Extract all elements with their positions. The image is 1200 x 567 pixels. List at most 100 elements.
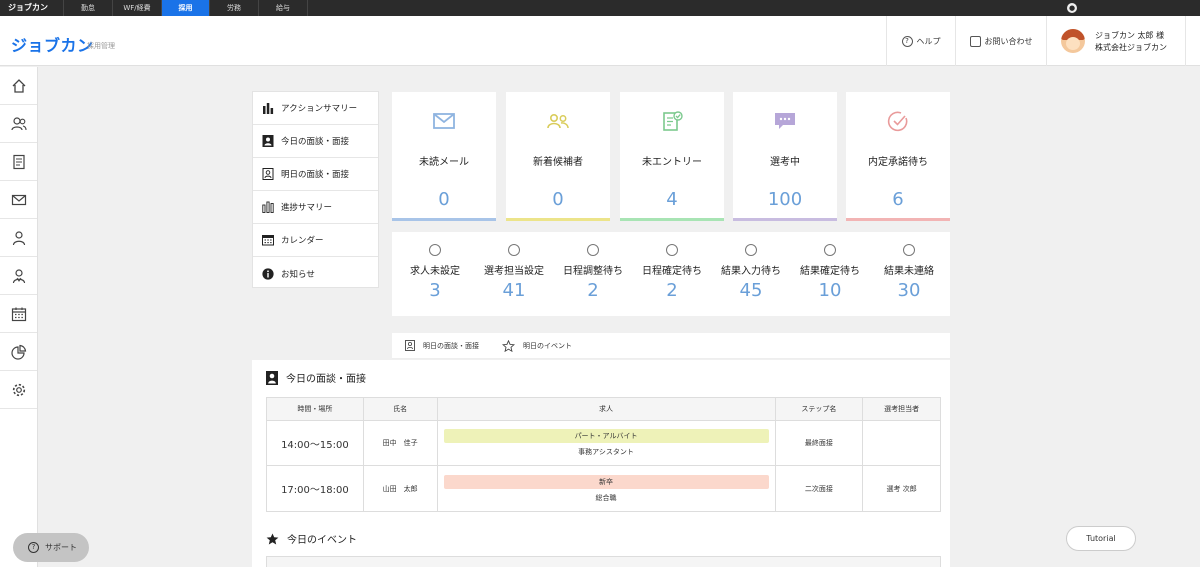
stat-schedule-confirming[interactable]: 日程確定待ち 2 (632, 244, 712, 301)
menu-notices[interactable]: お知らせ (253, 257, 378, 290)
section-title: 今日の面談・面接 (286, 374, 366, 385)
document-icon (12, 154, 25, 169)
today-events-heading: 今日のイベント (266, 531, 357, 546)
stat-result-confirm[interactable]: 結果確定待ち 10 (790, 244, 870, 301)
card-label: 未エントリー (642, 157, 702, 168)
pencil-circle-icon (745, 244, 757, 256)
support-label: サポート (45, 543, 77, 552)
product-tab-payroll[interactable]: 給与 (259, 0, 308, 16)
job-title[interactable]: 総合職 (438, 493, 775, 503)
product-brand[interactable]: ジョブカン (0, 0, 64, 16)
tutorial-button[interactable]: Tutorial (1066, 526, 1136, 551)
stat-value: 2 (587, 280, 599, 301)
stat-label: 結果未連絡 (884, 266, 934, 277)
card-no-entry[interactable]: 未エントリー 4 (620, 92, 724, 221)
tab-label: 明日の面談・面接 (423, 341, 479, 350)
person-icon (429, 244, 441, 256)
card-in-selection[interactable]: 選考中 100 (733, 92, 837, 221)
nav-mail[interactable] (0, 181, 37, 219)
nav-person[interactable] (0, 219, 37, 257)
nav-calendar[interactable] (0, 295, 37, 333)
menu-label: アクションサマリー (281, 104, 358, 114)
summary-menu: アクションサマリー 今日の面談・面接 明日の面談・面接 進捗サマリー カレンダー… (252, 91, 379, 288)
candidate-name[interactable]: 山田 太郎 (362, 465, 438, 512)
selection-staff (862, 420, 941, 466)
product-switcher-bar: ジョブカン 勤怠 WF/経費 採用 労務 給与 ● (0, 0, 1200, 16)
menu-label: お知らせ (281, 269, 315, 280)
card-accent-bar (506, 218, 610, 221)
stat-result-input[interactable]: 結果入力待ち 45 (711, 244, 791, 301)
stat-label: 日程確定待ち (642, 266, 702, 277)
person-card-dark-icon (266, 370, 278, 385)
mail-icon (11, 194, 26, 205)
person-icon (12, 230, 25, 245)
status-counts-panel: 求人未設定 3 選考担当設定 41 日程調整待ち 2 日程確定待ち 2 結果入力… (392, 232, 950, 316)
job-cell: 新卒 総合職 (436, 465, 776, 512)
star-icon (266, 533, 279, 544)
menu-action-summary[interactable]: アクションサマリー (253, 92, 378, 125)
nav-settings[interactable] (0, 371, 37, 409)
stat-value: 2 (666, 280, 678, 301)
card-new-candidates[interactable]: 新着候補者 0 (506, 92, 610, 221)
step-name: 最終面接 (774, 420, 864, 466)
selection-staff: 選考 次郎 (862, 465, 941, 512)
card-value: 0 (438, 189, 450, 210)
question-icon: ? (28, 542, 39, 553)
user-menu[interactable]: ジョブカン 太郎 様 株式会社ジョブカン (1046, 16, 1186, 66)
job-title[interactable]: 事務アシスタント (438, 447, 775, 457)
table-row[interactable]: 17:00〜18:00 山田 太郎 新卒 総合職 二次面接 選考 次郎 (266, 465, 941, 512)
account-icon[interactable]: ● (1067, 3, 1077, 13)
user-info: ジョブカン 太郎 様 株式会社ジョブカン (1095, 30, 1167, 54)
menu-label: カレンダー (281, 236, 324, 246)
column-header: 時間・場所 (266, 397, 364, 421)
mail-icon (433, 113, 455, 129)
help-button[interactable]: ? ヘルプ (886, 16, 955, 66)
menu-today-interviews[interactable]: 今日の面談・面接 (253, 125, 378, 158)
stat-schedule-adjusting[interactable]: 日程調整待ち 2 (553, 244, 633, 301)
tab-tomorrow-events[interactable]: 明日のイベント (502, 339, 572, 352)
menu-tomorrow-interviews[interactable]: 明日の面談・面接 (253, 158, 378, 191)
support-button[interactable]: ? サポート (13, 533, 89, 562)
interview-time: 17:00〜18:00 (266, 465, 364, 512)
stat-value: 3 (429, 280, 441, 301)
table-row[interactable]: 14:00〜15:00 田中 佳子 パート・アルバイト 事務アシスタント 最終面… (266, 420, 941, 466)
contact-label: お問い合わせ (984, 36, 1033, 46)
card-offer-pending[interactable]: 内定承諾待ち 6 (846, 92, 950, 221)
card-unread-mail[interactable]: 未読メール 0 (392, 92, 496, 221)
column-header: 氏名 (362, 397, 438, 421)
job-type-tag: 新卒 (443, 474, 769, 489)
menu-calendar[interactable]: カレンダー (253, 224, 378, 257)
home-icon (12, 78, 25, 93)
candidate-name[interactable]: 田中 佳子 (362, 420, 438, 466)
card-accent-bar (620, 218, 724, 221)
step-name: 二次面接 (774, 465, 864, 512)
new-candidates-icon (547, 114, 569, 129)
stat-label: 結果確定待ち (800, 266, 860, 277)
column-header: ステップ名 (774, 397, 864, 421)
product-tab-recruitment[interactable]: 採用 (162, 0, 210, 16)
nav-users[interactable] (0, 257, 37, 295)
nav-reports[interactable] (0, 333, 37, 371)
stat-label: 求人未設定 (410, 266, 460, 277)
chat-icon (969, 35, 981, 47)
product-tab-attendance[interactable]: 勤怠 (64, 0, 113, 16)
card-accent-bar (733, 218, 837, 221)
person-card-icon (262, 168, 274, 180)
stat-staff-assignment[interactable]: 選考担当設定 41 (474, 244, 554, 301)
card-label: 未読メール (419, 157, 469, 168)
card-value: 100 (767, 189, 803, 210)
stat-job-unset[interactable]: 求人未設定 3 (395, 244, 475, 301)
nav-home[interactable] (0, 67, 37, 105)
nav-candidates[interactable] (0, 105, 37, 143)
menu-progress-summary[interactable]: 進捗サマリー (253, 191, 378, 224)
nav-documents[interactable] (0, 143, 37, 181)
stat-result-uncontacted[interactable]: 結果未連絡 30 (869, 244, 949, 301)
help-icon: ? (901, 35, 913, 47)
contact-button[interactable]: お問い合わせ (955, 16, 1046, 66)
tab-tomorrow-interviews[interactable]: 明日の面談・面接 (405, 340, 479, 351)
product-tab-labor[interactable]: 労務 (210, 0, 259, 16)
product-tab-workflow[interactable]: WF/経費 (113, 0, 162, 16)
menu-label: 明日の面談・面接 (281, 170, 350, 180)
card-value: 4 (666, 189, 678, 210)
app-logo[interactable]: ジョブカン (11, 32, 94, 56)
